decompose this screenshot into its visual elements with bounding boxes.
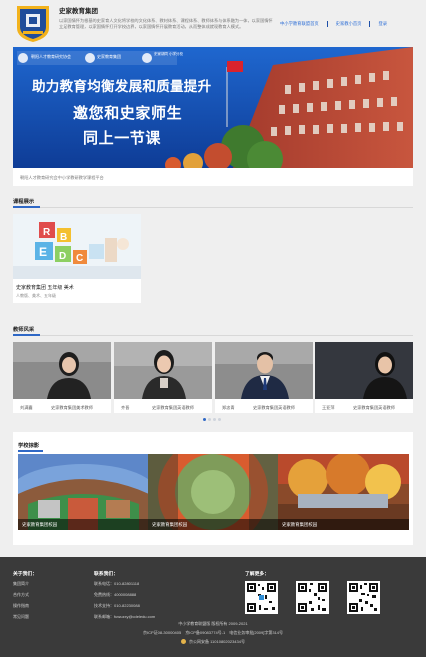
qr-code-icon <box>296 581 329 614</box>
teacher-card[interactable]: 齐晋 史家教育集团英语教师 <box>114 342 212 413</box>
section-divider <box>13 207 413 208</box>
campus-photo[interactable]: 史家教育集团校园 <box>278 454 409 530</box>
banner-headline: 助力教育均衡发展和质量提升 <box>32 79 212 94</box>
banner-line-3: 同上一节课 <box>83 130 162 147</box>
course-title[interactable]: 史家教育集团 五年级 美术 <box>16 284 74 291</box>
section-title-courses: 课程展示 <box>13 199 35 205</box>
nav-divider <box>369 21 371 27</box>
teacher-photo[interactable] <box>315 342 413 399</box>
footer-about-title: 关于我们： <box>13 572 37 577</box>
carousel-dot[interactable] <box>203 418 206 421</box>
footer-follow-title: 了解更多： <box>245 572 269 577</box>
section-divider <box>13 335 413 336</box>
campus-photo-caption: 史家教育集团校园 <box>148 519 279 530</box>
footer-icp[interactable]: 京ICP证08-30000405 京ICP备09083774号-1 电信业务审批… <box>0 630 426 636</box>
teacher-card[interactable]: 王亚萍 史家教育集团英语教师 <box>315 342 413 413</box>
section-title-teachers: 教师风采 <box>13 327 35 333</box>
carousel-dot[interactable] <box>213 418 216 421</box>
police-record-text: 京公网安备 11010802023434号 <box>189 639 245 644</box>
teacher-photo[interactable] <box>13 342 111 399</box>
teacher-name: 王亚萍 <box>322 405 335 410</box>
teacher-org: 史家教育集团英语教师 <box>253 405 295 410</box>
svg-text:C: C <box>76 253 83 264</box>
teacher-org: 史家教育集团英语教师 <box>152 405 194 410</box>
course-thumbnail[interactable]: R B E D C <box>13 214 141 279</box>
top-nav: 中小学教育联盟首页 史家教小首页 登录 <box>280 21 387 27</box>
hero-banner[interactable]: 朝阳人才教育研究协会 史家教育集团 史家胡同 小学分校 助力教育均衡发展和质量提… <box>13 47 413 168</box>
section-title-campus: 学校掠影 <box>18 443 40 449</box>
qr-code-icon <box>245 581 278 614</box>
qr-code-icon <box>347 581 380 614</box>
group-intro: 以家国情怀为根基的史家育人文化将学校的文化体系、教材体系、课程体系、教师体系与体… <box>59 18 273 30</box>
footer-link-intro[interactable]: 集团简介 <box>13 581 29 587</box>
section-underline <box>13 206 40 208</box>
campus-photo[interactable]: 史家教育集团校园 <box>18 454 149 530</box>
campus-photo[interactable]: 史家教育集团校园 <box>148 454 279 530</box>
footer-link-faq[interactable]: 常见问题 <box>13 614 29 620</box>
nav-link-alliance[interactable]: 中小学教育联盟首页 <box>280 21 319 27</box>
banner-caption: 朝阳人才教育研究会中小学教研教学课程平台 <box>13 168 413 186</box>
svg-text:B: B <box>60 232 67 243</box>
school-logo[interactable] <box>15 4 51 43</box>
teacher-org: 史家教育集团英语教师 <box>353 405 395 410</box>
campus-photo-caption: 史家教育集团校园 <box>18 519 149 530</box>
banner-logo-text-2: 史家教育集团 <box>97 54 121 59</box>
teacher-org: 史家教育集团美术教师 <box>51 405 93 410</box>
carousel-dot[interactable] <box>218 418 221 421</box>
carousel-pagination <box>203 418 221 421</box>
login-link[interactable]: 登录 <box>378 21 387 27</box>
footer-contact-title: 联系我们： <box>94 572 118 577</box>
nav-divider <box>326 21 328 27</box>
brand-name: 史家教育集团 <box>59 8 98 15</box>
svg-text:E: E <box>39 245 47 259</box>
carousel-dot[interactable] <box>208 418 211 421</box>
banner-line-2: 邀您和史家师生 <box>73 105 183 122</box>
teacher-name: 刘满囊 <box>20 405 33 410</box>
footer-email[interactable]: 联系邮箱：fuwuzxy@cdeledu.com <box>94 614 155 620</box>
teacher-name: 郑忠青 <box>222 405 235 410</box>
banner-logo-text-1: 朝阳人才教育研究协会 <box>31 54 71 59</box>
footer-hotline: 免费热线：4000008888 <box>94 592 137 597</box>
teacher-photo[interactable] <box>215 342 313 399</box>
footer-police-record[interactable]: 京公网安备 11010802023434号 <box>0 639 426 645</box>
svg-text:R: R <box>43 227 51 238</box>
section-underline <box>18 450 43 452</box>
footer-link-cooperation[interactable]: 合作方式 <box>13 592 29 598</box>
teacher-name: 齐晋 <box>121 405 130 410</box>
campus-section: 学校掠影 史家教育集团校园 史家教育集团校园 史家教育集团校园 <box>13 432 413 545</box>
alphabet-blocks-image: R B E D C <box>13 214 141 279</box>
banner-logo-text-3: 史家胡同 小学分校 <box>154 52 183 56</box>
footer-phone: 联系电话：010-82801118 <box>94 581 140 586</box>
section-underline <box>13 334 40 336</box>
teacher-card[interactable]: 刘满囊 史家教育集团美术教师 <box>13 342 111 413</box>
campus-photo-caption: 史家教育集团校园 <box>278 519 409 530</box>
course-subtitle: 人教版、美术、五年级 <box>16 293 56 298</box>
footer-link-guide[interactable]: 操作指南 <box>13 603 29 609</box>
teacher-card[interactable]: 郑忠青 史家教育集团英语教师 <box>215 342 313 413</box>
site-footer: 关于我们： 集团简介 合作方式 操作指南 常见问题 联系我们： 联系电话：010… <box>0 557 426 657</box>
course-card[interactable]: R B E D C 史家教育集团 五年级 美术 人教版、美术、五年级 <box>13 214 141 303</box>
teacher-photo[interactable] <box>114 342 212 399</box>
svg-text:D: D <box>59 251 66 262</box>
footer-support: 技术支持：010-82230088 <box>94 603 140 608</box>
site-header: 史家教育集团 以家国情怀为根基的史家育人文化将学校的文化体系、教材体系、课程体系… <box>0 0 426 47</box>
footer-copyright: 中小学教育联盟版 版权所有 2009-2021 <box>178 621 248 626</box>
nav-link-school[interactable]: 史家教小首页 <box>336 21 362 27</box>
police-badge-icon <box>181 639 187 645</box>
